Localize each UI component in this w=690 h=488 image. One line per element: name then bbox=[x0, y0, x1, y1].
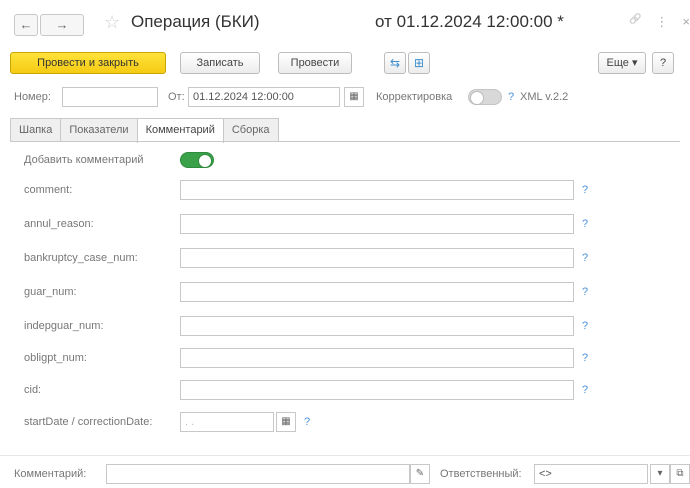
correction-toggle[interactable] bbox=[468, 89, 502, 105]
obligpt-num-label: obligpt_num: bbox=[24, 352, 87, 364]
arrow-right-icon: → bbox=[55, 17, 69, 32]
correction-label: Корректировка bbox=[376, 91, 453, 103]
add-comment-label: Добавить комментарий bbox=[24, 154, 144, 166]
arrow-left-icon: ← bbox=[19, 17, 33, 32]
save-button[interactable]: Записать bbox=[180, 52, 260, 74]
indepguar-num-input[interactable] bbox=[180, 316, 574, 336]
bankruptcy-case-num-help-icon[interactable]: ? bbox=[582, 248, 588, 268]
close-icon[interactable]: × bbox=[682, 14, 690, 30]
calendar-icon[interactable]: ▦ bbox=[344, 87, 364, 107]
cid-label: cid: bbox=[24, 384, 42, 396]
report-button[interactable]: ⊞ bbox=[408, 52, 430, 74]
start-date-calendar-icon[interactable]: ▦ bbox=[276, 412, 296, 432]
date-input[interactable]: 01.12.2024 12:00:00 bbox=[188, 87, 340, 107]
add-comment-toggle[interactable] bbox=[180, 152, 214, 168]
open-comment-icon[interactable]: ✎ bbox=[410, 464, 430, 484]
indepguar-num-label: indepguar_num: bbox=[24, 320, 104, 332]
guar-num-help-icon[interactable]: ? bbox=[582, 282, 588, 302]
forward-button[interactable]: → bbox=[40, 14, 84, 36]
star-icon[interactable]: ☆ bbox=[104, 12, 120, 33]
date-label: От: bbox=[168, 91, 185, 103]
back-button[interactable]: ← bbox=[14, 14, 38, 36]
structure-button[interactable]: ⇆ bbox=[384, 52, 406, 74]
number-label: Номер: bbox=[14, 91, 51, 103]
guar-num-input[interactable] bbox=[180, 282, 574, 302]
document-date-title: от 01.12.2024 12:00:00 * bbox=[375, 12, 564, 31]
tab-comment[interactable]: Комментарий bbox=[136, 118, 224, 143]
footer-comment-input[interactable] bbox=[106, 464, 410, 484]
post-and-close-button[interactable]: Провести и закрыть bbox=[10, 52, 166, 74]
indepguar-num-help-icon[interactable]: ? bbox=[582, 316, 588, 336]
toggle-knob bbox=[198, 154, 212, 168]
tab-indicators[interactable]: Показатели bbox=[60, 118, 138, 142]
responsible-open-icon[interactable]: ⧉ bbox=[670, 464, 690, 484]
toggle-knob bbox=[470, 91, 484, 105]
annul-reason-help-icon[interactable]: ? bbox=[582, 214, 588, 234]
grid-icon: ⊞ bbox=[413, 56, 425, 70]
responsible-dropdown-icon[interactable]: ▾ bbox=[650, 464, 670, 484]
start-date-help-icon[interactable]: ? bbox=[304, 412, 310, 432]
link-icon[interactable]: 🔗 bbox=[629, 14, 641, 30]
page-title: Операция (БКИ) bbox=[131, 12, 260, 31]
tab-bar: Шапка Показатели Комментарий Сборка bbox=[10, 118, 279, 143]
window-controls: 🔗 ⋮ × bbox=[629, 14, 690, 30]
comment-help-icon[interactable]: ? bbox=[582, 180, 588, 200]
bankruptcy-case-num-label: bankruptcy_case_num: bbox=[24, 252, 138, 264]
xml-version-label: XML v.2.2 bbox=[520, 91, 569, 103]
command-bar: Провести и закрыть Записать Провести ⇆ ⊞… bbox=[10, 52, 685, 74]
start-date-label: startDate / correctionDate: bbox=[24, 416, 153, 428]
responsible-input[interactable]: <> bbox=[534, 464, 648, 484]
tab-header[interactable]: Шапка bbox=[10, 118, 62, 142]
tab-assembly[interactable]: Сборка bbox=[222, 118, 279, 142]
start-date-input[interactable]: . . bbox=[180, 412, 274, 432]
more-icon[interactable]: ⋮ bbox=[655, 14, 668, 30]
more-menu-button[interactable]: Еще ▾ bbox=[598, 52, 646, 74]
comment-field-input[interactable] bbox=[180, 180, 574, 200]
footer-divider bbox=[0, 455, 690, 456]
annul-reason-label: annul_reason: bbox=[24, 218, 94, 230]
help-button[interactable]: ? bbox=[652, 52, 674, 74]
bankruptcy-case-num-input[interactable] bbox=[180, 248, 574, 268]
cid-input[interactable] bbox=[180, 380, 574, 400]
footer-comment-label: Комментарий: bbox=[14, 468, 87, 480]
title-bar: ← → ☆ Операция (БКИ) от 01.12.2024 12:00… bbox=[0, 0, 690, 44]
annul-reason-input[interactable] bbox=[180, 214, 574, 234]
number-input[interactable] bbox=[62, 87, 158, 107]
obligpt-num-help-icon[interactable]: ? bbox=[582, 348, 588, 368]
guar-num-label: guar_num: bbox=[24, 286, 77, 298]
post-button[interactable]: Провести bbox=[278, 52, 352, 74]
correction-help-icon[interactable]: ? bbox=[508, 87, 514, 107]
responsible-label: Ответственный: bbox=[440, 468, 522, 480]
cid-help-icon[interactable]: ? bbox=[582, 380, 588, 400]
obligpt-num-input[interactable] bbox=[180, 348, 574, 368]
swap-icon: ⇆ bbox=[389, 56, 401, 70]
comment-field-label: comment: bbox=[24, 184, 73, 196]
